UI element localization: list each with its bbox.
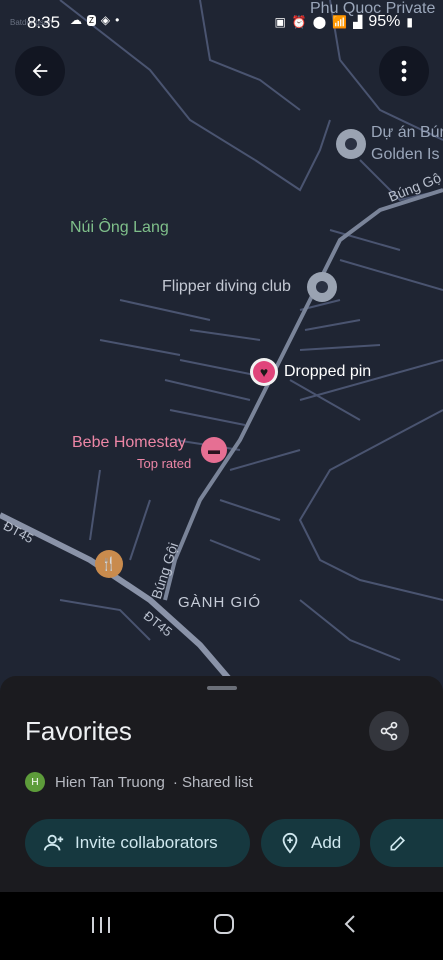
map-label-bebe-homestay[interactable]: Bebe Homestay [72,434,186,452]
more-options-button[interactable] [379,46,429,96]
map-label-flipper[interactable]: Flipper diving club [162,278,291,296]
invite-collaborators-button[interactable]: Invite collaborators [25,819,250,867]
home-button[interactable] [213,913,235,940]
owner-name: Hien Tan Truong [55,773,165,791]
location-icon: ⬤ [312,15,327,29]
dot-icon: • [115,13,120,27]
back-nav-button[interactable] [340,913,362,940]
restaurant-icon[interactable]: 🍴 [95,550,123,578]
wifi-icon: 📶 [332,15,348,29]
road-network [0,0,443,682]
map-label-nui-ong-lang[interactable]: Núi Ông Lang [70,219,169,237]
favorites-sheet[interactable]: Favorites H Hien Tan Truong · Shared lis… [0,676,443,892]
map-label-ganh-gio[interactable]: GÀNH GIÓ [178,594,261,611]
drag-handle[interactable] [207,686,237,690]
person-add-icon [43,834,64,851]
map-label-top-rated: Top rated [137,456,192,471]
add-place-button[interactable]: Add [261,819,360,867]
map-label-dropped-pin[interactable]: Dropped pin [284,363,371,381]
add-label: Add [311,833,342,852]
list-title: Favorites [25,716,132,746]
bed-icon[interactable]: ▬ [201,437,227,463]
status-time: 8:35 [27,13,61,32]
shared-list-label: · Shared list [172,773,253,791]
signal-icon: ▟ [353,15,363,29]
edit-list-button[interactable] [370,819,443,867]
add-location-icon [282,832,298,854]
zalo-icon: Z [87,14,96,26]
place-marker-icon[interactable] [336,129,366,159]
battery-saver-icon: ▣ [274,15,286,29]
recents-icon [92,917,110,933]
cloud-icon: ☁ [70,13,82,27]
home-icon [214,914,234,934]
status-bar: Batdongsan 8:35 ☁ Z ◈ • ▣ ⏰ ⬤ 📶 ▟ 95% ▮ [0,0,443,44]
arrow-left-icon [32,63,48,79]
back-button[interactable] [15,46,65,96]
place-marker-icon[interactable] [307,272,337,302]
heart-icon: ♥ [253,361,275,383]
avatar: H [25,772,45,792]
map-view[interactable]: Phu Quoc Private Dự án Bún Golden Is Bún… [0,0,443,690]
battery-percent: 95% [368,13,401,30]
pencil-icon [390,835,406,851]
recent-apps-button[interactable] [90,914,112,941]
share-icon [380,721,398,741]
list-owner: H Hien Tan Truong · Shared list [25,772,253,792]
dropped-pin-marker[interactable]: ♥ [250,358,278,386]
battery-icon: ▮ [406,15,413,29]
alarm-icon: ⏰ [291,15,307,29]
share-button[interactable] [369,711,409,751]
chevron-left-icon [344,915,355,933]
app-icon: ◈ [100,13,111,27]
system-nav-bar [0,892,443,960]
map-label-golden-is[interactable]: Golden Is [371,146,439,164]
map-label-du-an-bun[interactable]: Dự án Bún [371,124,443,142]
invite-label: Invite collaborators [75,833,218,852]
more-vert-icon [401,60,407,82]
